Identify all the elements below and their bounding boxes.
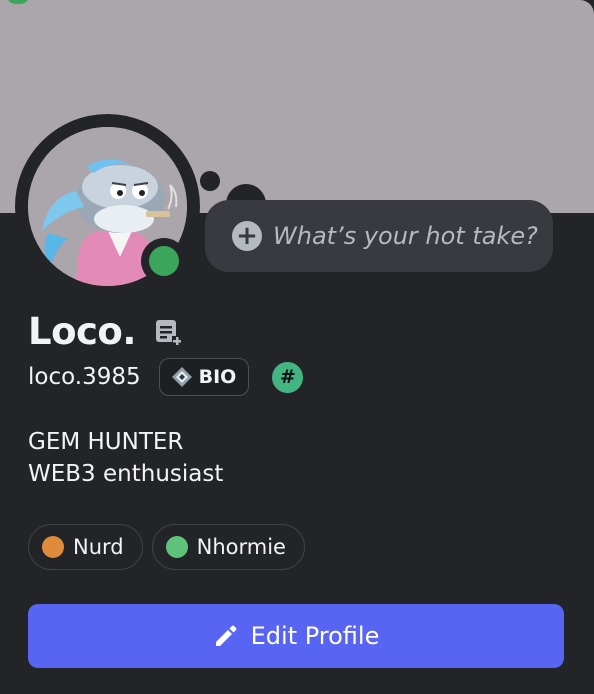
role-label: Nhormie <box>196 535 286 559</box>
bio-badge[interactable]: BIO <box>158 358 250 396</box>
plus-circle-icon: + <box>232 221 262 251</box>
hot-take-placeholder: What’s your hot take? <box>273 222 538 250</box>
display-name-row: Loco. <box>28 310 184 353</box>
display-name: Loco. <box>28 310 136 353</box>
bio-line: WEB3 enthusiast <box>28 461 224 487</box>
role-pill-nurd[interactable]: Nurd <box>28 524 143 570</box>
thought-bubble-dot-small <box>200 171 220 191</box>
diamond-badge-icon <box>171 367 192 387</box>
add-note-icon[interactable] <box>152 316 184 348</box>
role-color-dot <box>165 536 188 558</box>
edit-profile-label: Edit Profile <box>250 622 380 650</box>
username[interactable]: loco.3985 <box>28 364 141 390</box>
profile-card: + What’s your hot take? Loco. loco.3985 … <box>0 0 594 694</box>
role-pill-nhormie[interactable]: Nhormie <box>151 524 305 570</box>
pencil-icon <box>215 625 237 646</box>
bio-text: GEM HUNTER WEB3 enthusiast <box>28 426 223 490</box>
edit-profile-button[interactable]: Edit Profile <box>28 604 564 668</box>
role-color-dot <box>42 536 64 558</box>
hashtag-badge-icon[interactable]: # <box>272 361 304 393</box>
status-online-indicator <box>149 246 179 276</box>
username-row: loco.3985 BIO # <box>28 358 304 396</box>
bio-line: GEM HUNTER <box>28 429 184 455</box>
roles-list: Nurd Nhormie <box>28 524 314 570</box>
role-label: Nurd <box>73 535 124 559</box>
hot-take-bubble[interactable]: + What’s your hot take? <box>205 200 553 272</box>
bio-badge-label: BIO <box>198 366 237 388</box>
